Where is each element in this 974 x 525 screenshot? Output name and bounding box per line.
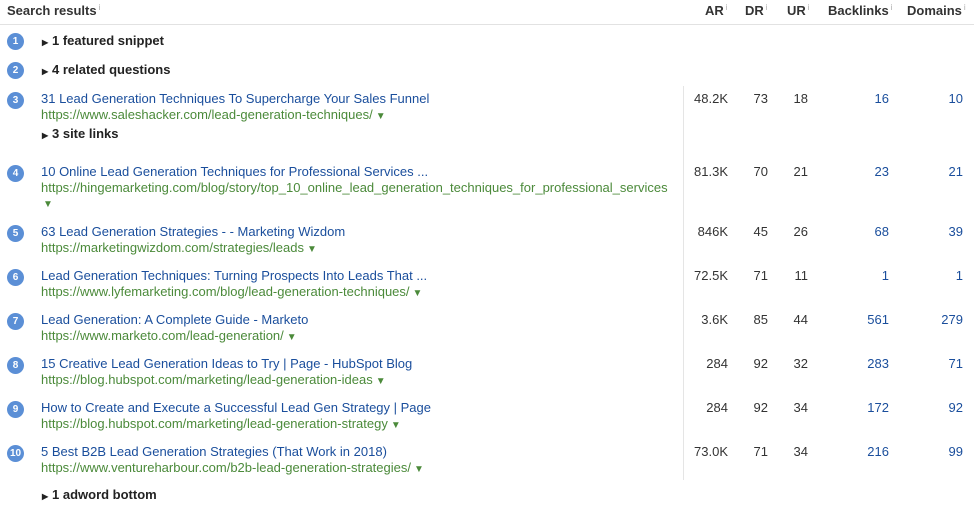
result-title-link[interactable]: 31 Lead Generation Techniques To Superch… (41, 91, 429, 106)
ar-value: 81.3K (694, 164, 728, 179)
backlinks-link[interactable]: 561 (830, 312, 889, 327)
position-badge: 6 (7, 269, 24, 286)
related-questions-toggle[interactable]: ▶ 4 related questions (42, 62, 170, 77)
backlinks-link[interactable]: 172 (830, 400, 889, 415)
result-title-link[interactable]: Lead Generation Techniques: Turning Pros… (41, 268, 427, 283)
table-header: Search results i AR i DR i UR i Backlinks i D… (0, 0, 974, 25)
result-url-link[interactable]: https://blog.hubspot.com/marketing/lead-… (41, 372, 386, 387)
domains-link[interactable]: 92 (900, 400, 963, 415)
position-badge: 3 (7, 92, 24, 109)
backlinks-link[interactable]: 216 (830, 444, 889, 459)
ar-value: 846K (697, 224, 728, 239)
ar-value: 284 (706, 400, 728, 415)
info-icon[interactable]: i (766, 3, 768, 12)
header-domains[interactable]: Domains i (907, 3, 966, 18)
info-icon[interactable]: i (964, 3, 966, 12)
position-badge: 5 (7, 225, 24, 242)
position-badge: 4 (7, 165, 24, 182)
ar-value: 284 (706, 356, 728, 371)
expand-triangle-icon: ▶ (42, 38, 49, 47)
position-badge: 9 (7, 401, 24, 418)
info-icon[interactable]: i (891, 3, 893, 12)
info-icon[interactable]: i (726, 3, 728, 12)
caret-down-icon[interactable]: ▼ (376, 111, 386, 122)
caret-down-icon[interactable]: ▼ (391, 420, 401, 431)
result-url-link[interactable]: https://hingemarketing.com/blog/story/to… (41, 180, 668, 195)
position-badge: 2 (7, 62, 24, 79)
site-links-toggle[interactable]: ▶ 3 site links (42, 126, 118, 141)
ar-value: 48.2K (694, 91, 728, 106)
expand-triangle-icon: ▶ (42, 492, 49, 501)
domains-link[interactable]: 279 (900, 312, 963, 327)
ur-value: 11 (794, 268, 809, 283)
dr-value: 73 (753, 91, 768, 106)
dr-value: 85 (753, 312, 768, 327)
dr-value: 45 (753, 224, 768, 239)
ur-value: 21 (793, 164, 808, 179)
caret-down-icon[interactable]: ▼ (307, 244, 317, 255)
ur-value: 44 (793, 312, 808, 327)
dr-value: 70 (753, 164, 768, 179)
position-badge: 7 (7, 313, 24, 330)
result-title-link[interactable]: 5 Best B2B Lead Generation Strategies (T… (41, 444, 387, 459)
dr-value: 71 (753, 268, 768, 283)
expand-triangle-icon: ▶ (42, 131, 49, 140)
ur-value: 34 (793, 400, 808, 415)
domains-link[interactable]: 71 (900, 356, 963, 371)
info-icon[interactable]: i (808, 3, 810, 12)
result-url-link[interactable]: https://www.ventureharbour.com/b2b-lead-… (41, 460, 424, 475)
ar-value: 72.5K (694, 268, 728, 283)
domains-link[interactable]: 21 (900, 164, 963, 179)
header-dr[interactable]: DR i (745, 3, 768, 18)
caret-down-icon[interactable]: ▼ (414, 464, 424, 475)
dr-value: 92 (753, 400, 768, 415)
backlinks-link[interactable]: 68 (830, 224, 889, 239)
backlinks-link[interactable]: 16 (830, 91, 889, 106)
result-url-link[interactable]: https://marketingwizdom.com/strategies/l… (41, 240, 317, 255)
ur-value: 18 (793, 91, 808, 106)
backlinks-link[interactable]: 283 (830, 356, 889, 371)
ar-value: 3.6K (701, 312, 728, 327)
domains-link[interactable]: 10 (900, 91, 963, 106)
header-backlinks[interactable]: Backlinks i (828, 3, 892, 18)
backlinks-link[interactable]: 23 (830, 164, 889, 179)
ar-value: 73.0K (694, 444, 728, 459)
result-title-link[interactable]: 63 Lead Generation Strategies - - Market… (41, 224, 345, 239)
ur-value: 34 (793, 444, 808, 459)
domains-link[interactable]: 39 (900, 224, 963, 239)
ur-value: 32 (793, 356, 808, 371)
result-url-link[interactable]: https://www.saleshacker.com/lead-generat… (41, 107, 386, 122)
column-divider (683, 86, 684, 480)
result-title-link[interactable]: Lead Generation: A Complete Guide - Mark… (41, 312, 308, 327)
result-url-link[interactable]: https://www.lyfemarketing.com/blog/lead-… (41, 284, 422, 299)
caret-down-icon[interactable]: ▼ (43, 199, 53, 210)
backlinks-link[interactable]: 1 (830, 268, 889, 283)
result-title-link[interactable]: 15 Creative Lead Generation Ideas to Try… (41, 356, 412, 371)
caret-down-icon[interactable]: ▼ (413, 288, 423, 299)
caret-down-icon[interactable]: ▼ (376, 376, 386, 387)
featured-snippet-toggle[interactable]: ▶ 1 featured snippet (42, 33, 164, 48)
header-search-results[interactable]: Search results i (7, 3, 100, 18)
ur-value: 26 (793, 224, 808, 239)
position-badge: 8 (7, 357, 24, 374)
position-badge: 1 (7, 33, 24, 50)
header-ar[interactable]: AR i (705, 3, 728, 18)
result-title-link[interactable]: 10 Online Lead Generation Techniques for… (41, 164, 428, 179)
position-badge: 10 (7, 445, 24, 462)
dr-value: 92 (753, 356, 768, 371)
domains-link[interactable]: 99 (900, 444, 963, 459)
result-url-link[interactable]: https://blog.hubspot.com/marketing/lead-… (41, 416, 401, 431)
dr-value: 71 (753, 444, 768, 459)
caret-down-icon[interactable]: ▼ (287, 332, 297, 343)
result-url-link[interactable]: https://www.marketo.com/lead-generation/… (41, 328, 297, 343)
info-icon[interactable]: i (99, 3, 101, 12)
serp-overview-table: Search results i AR i DR i UR i Backlinks i D… (0, 0, 974, 525)
header-ur[interactable]: UR i (787, 3, 810, 18)
result-title-link[interactable]: How to Create and Execute a Successful L… (41, 400, 431, 415)
adword-bottom-toggle[interactable]: ▶ 1 adword bottom (42, 487, 157, 502)
expand-triangle-icon: ▶ (42, 67, 49, 76)
domains-link[interactable]: 1 (900, 268, 963, 283)
